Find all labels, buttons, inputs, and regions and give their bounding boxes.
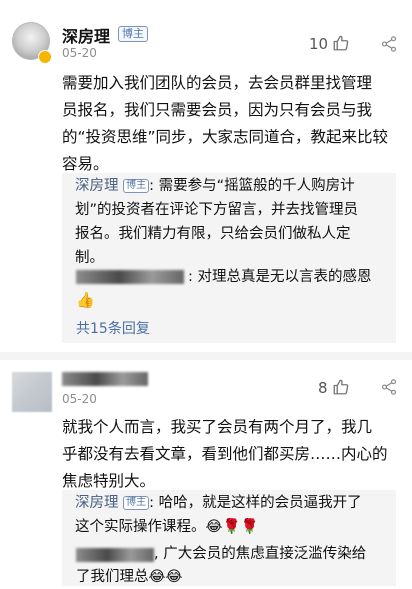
host-badge: 博主 <box>123 179 150 193</box>
emoji: 😂😂 <box>148 569 183 585</box>
like-count: 8 <box>318 379 328 397</box>
host-badge: 博主 <box>123 496 150 510</box>
redacted-username[interactable] <box>62 372 148 386</box>
reply-item[interactable]: 深房理 博主: 需要参与“摇篮般的千人购房计 划”的投资者在评论下方留言，并去找… <box>75 174 393 270</box>
reply-item-text-cont: 了我们理总😂😂 <box>76 569 183 585</box>
emoji: 😂🌹🌹 <box>205 519 259 535</box>
reply-author[interactable]: 深房理 <box>75 495 119 511</box>
share-icon[interactable] <box>380 35 398 53</box>
thumbs-up-icon[interactable] <box>332 378 350 396</box>
avatar[interactable] <box>12 372 52 412</box>
username[interactable]: 深房理 <box>62 23 110 47</box>
more-replies-link[interactable]: 共15条回复 <box>76 318 150 338</box>
thumbs-up-emoji: 👍 <box>76 291 95 309</box>
verified-badge-icon <box>38 50 52 64</box>
like-count: 10 <box>309 35 329 53</box>
redacted-username <box>76 270 184 284</box>
reply-item-text: : 对理总真是无以言表的感恩 <box>188 269 372 285</box>
reply-author[interactable]: 深房理 <box>75 178 119 194</box>
comment-text: 就我个人而言，我买了会员有两个月了，我几 乎都没有去看文章，看到他们都买房……内… <box>62 418 388 490</box>
host-badge: 博主 <box>118 26 148 42</box>
reply-item-text: , 广大会员的焦虑直接泛滥传染给 <box>154 546 367 562</box>
comment-text: 需要加入我们团队的会员，去会员群里找管理 员报名，我们只需要会员，因为只有会员与… <box>62 74 389 173</box>
post-date: 05-20 <box>62 392 97 406</box>
reply-item[interactable]: 深房理 博主: 哈哈，就是这样的会员逼我开了 这个实际操作课程。😂🌹🌹 <box>75 491 393 539</box>
divider <box>0 352 412 360</box>
share-icon[interactable] <box>380 378 398 396</box>
post-date: 05-20 <box>62 46 97 60</box>
thumbs-up-icon[interactable] <box>332 34 350 52</box>
redacted-username <box>76 548 154 562</box>
